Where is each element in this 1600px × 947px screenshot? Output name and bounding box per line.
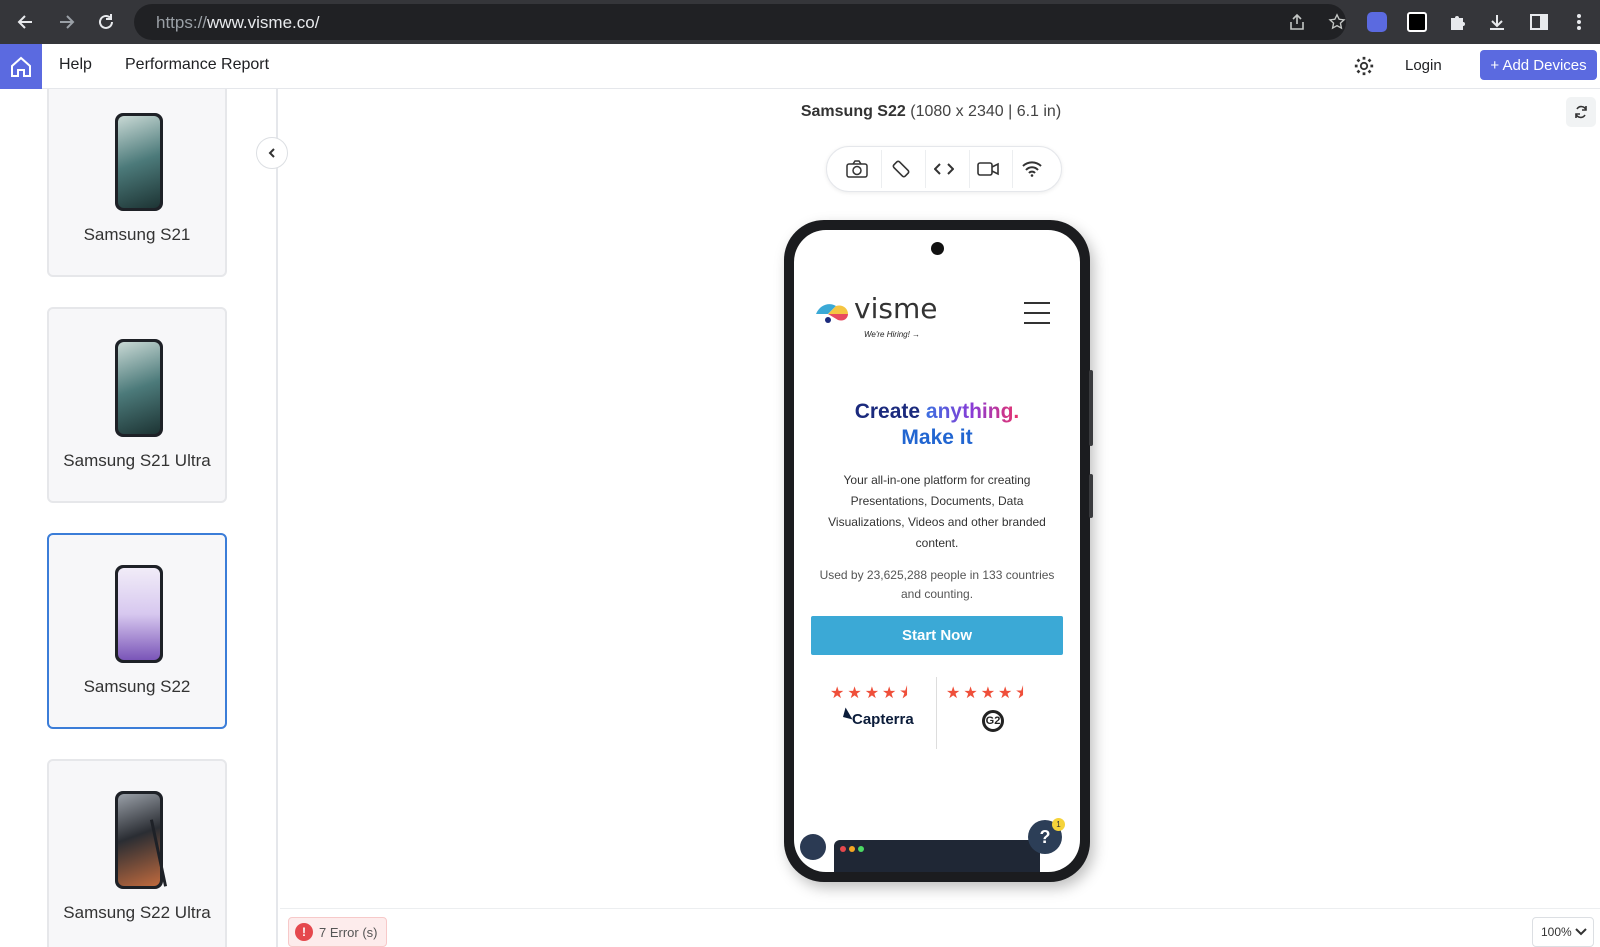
help-link[interactable]: Help: [59, 56, 92, 74]
device-card-samsung-s22[interactable]: Samsung S22: [47, 533, 227, 729]
sync-button[interactable]: [1566, 97, 1596, 127]
chevron-left-icon: [268, 148, 275, 158]
start-now-button[interactable]: Start Now: [811, 616, 1063, 655]
collapse-sidebar-button[interactable]: [256, 137, 288, 169]
hamburger-menu-icon[interactable]: [1024, 302, 1050, 332]
side-panel-icon[interactable]: [1526, 9, 1552, 35]
add-devices-button[interactable]: + Add Devices: [1480, 50, 1597, 80]
browser-toolbar: https://www.visme.co/: [0, 0, 1600, 44]
errors-count: 7 Error (s): [319, 924, 378, 940]
reload-icon[interactable]: [92, 8, 120, 36]
zoom-select[interactable]: 100%: [1532, 917, 1594, 947]
device-toolbar: [826, 146, 1062, 192]
performance-report-link[interactable]: Performance Report: [125, 56, 269, 74]
device-label: Samsung S22 Ultra: [63, 903, 211, 922]
phone-frame: visme We're Hiring! → Create anything. M…: [784, 220, 1090, 882]
rating-divider: [936, 677, 937, 749]
notification-badge: 1: [1052, 818, 1065, 831]
hiring-link[interactable]: We're Hiring! →: [864, 330, 920, 339]
device-sidebar: Samsung S21 Samsung S21 Ultra Samsung S2…: [0, 89, 278, 947]
code-icon[interactable]: [924, 150, 963, 188]
phone-power-button: [1089, 474, 1093, 518]
visme-logo-icon[interactable]: [814, 300, 852, 326]
device-label: Samsung S22: [83, 677, 191, 696]
error-icon: !: [295, 923, 313, 941]
device-specs: (1080 x 2340 | 6.1 in): [910, 103, 1062, 120]
usage-stats: Used by 23,625,288 people in 133 countri…: [819, 568, 1055, 601]
cookie-icon[interactable]: [800, 834, 826, 860]
hero-description: Your all-in-one platform for creating Pr…: [828, 473, 1046, 550]
device-name: Samsung S22: [800, 103, 906, 120]
rotate-device-icon[interactable]: [881, 150, 919, 188]
zoom-value: 100%: [1541, 925, 1572, 939]
download-icon[interactable]: [1484, 9, 1510, 35]
forward-icon[interactable]: [52, 8, 80, 36]
login-link[interactable]: Login: [1405, 57, 1442, 74]
device-thumbnail: [115, 565, 163, 663]
g2-rating-stars: ★★★★⯨: [946, 685, 1027, 702]
network-wifi-icon[interactable]: [1012, 150, 1050, 188]
extension-icon[interactable]: [1404, 9, 1430, 35]
bookmark-star-icon[interactable]: [1324, 9, 1350, 35]
app-header: Help Performance Report Login + Add Devi…: [0, 44, 1600, 89]
hero-heading: Create anything.: [854, 400, 1020, 423]
menu-kebab-icon[interactable]: [1566, 9, 1592, 35]
errors-button[interactable]: ! 7 Error (s): [288, 917, 387, 947]
url-text: https://www.visme.co/: [156, 13, 320, 32]
visme-wordmark: visme: [854, 292, 938, 325]
home-icon: [11, 56, 31, 77]
screenshot-camera-icon[interactable]: [838, 150, 876, 188]
puzzle-icon[interactable]: [1444, 9, 1470, 35]
video-record-icon[interactable]: [968, 150, 1007, 188]
capterra-rating-stars: ★★★★⯨: [830, 685, 911, 702]
device-card-samsung-s22-ultra[interactable]: Samsung S22 Ultra: [47, 759, 227, 947]
settings-gear-icon[interactable]: [1353, 55, 1375, 82]
phone-volume-button: [1089, 370, 1093, 446]
hero-heading-line2: Make it: [901, 426, 973, 449]
capterra-arrow-icon: [833, 707, 853, 727]
g2-logo[interactable]: G2: [982, 710, 1004, 732]
capterra-logo[interactable]: Capterra: [833, 707, 914, 728]
device-card-samsung-s21-ultra[interactable]: Samsung S21 Ultra: [47, 307, 227, 503]
chevron-down-icon: [1575, 928, 1587, 936]
address-bar[interactable]: https://www.visme.co/: [134, 4, 1346, 40]
device-label: Samsung S21: [83, 225, 191, 244]
device-label: Samsung S21 Ultra: [63, 451, 211, 470]
flash-content-window: [834, 840, 1040, 872]
extension-icon[interactable]: [1364, 9, 1390, 35]
phone-screen: visme We're Hiring! → Create anything. M…: [794, 230, 1080, 872]
sync-icon: [1575, 105, 1587, 119]
device-thumbnail: [115, 113, 163, 211]
device-thumbnail: [115, 339, 163, 437]
back-icon[interactable]: [12, 8, 40, 36]
home-button[interactable]: [0, 44, 42, 89]
front-camera: [931, 242, 944, 255]
device-title: Samsung S22 (1080 x 2340 | 6.1 in): [0, 103, 1600, 121]
status-footer: ! 7 Error (s) 100%: [280, 908, 1600, 947]
share-icon[interactable]: [1284, 9, 1310, 35]
